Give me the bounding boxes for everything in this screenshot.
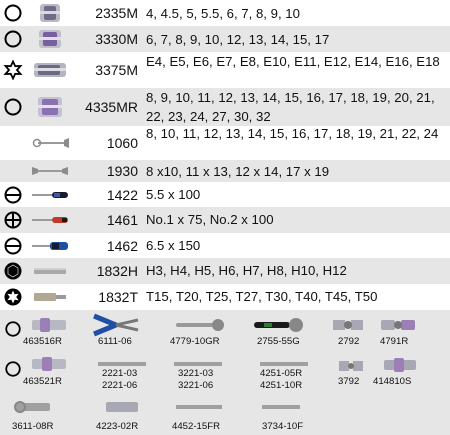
circle-icon <box>5 361 21 377</box>
row-1462: 1462 6.5 x 150 <box>0 233 450 258</box>
product-code: 1832T <box>98 289 138 305</box>
hex-icon <box>4 262 22 280</box>
adaptor-icon <box>32 357 66 371</box>
screwdriver-icon <box>32 241 68 250</box>
accessory-code: 3221-06 <box>178 380 214 391</box>
torx-icon <box>4 288 22 306</box>
product-code: 1930 <box>106 163 138 179</box>
product-code: 2335M <box>95 5 138 21</box>
product-code: 3375M <box>95 62 138 78</box>
universal-joint-icon <box>381 320 415 330</box>
row-4335mr: 4335MR 8, 9, 10, 11, 12, 13, 14, 15, 16,… <box>0 88 450 126</box>
accessory-code: 6111-06 <box>98 336 132 347</box>
accessory-code: 463516R <box>23 336 62 347</box>
accessory-code: 4251-05R <box>260 368 303 379</box>
row-3330m: 3330M 6, 7, 8, 9, 10, 12, 13, 14, 15, 17 <box>0 26 450 52</box>
accessory-code: 2792 <box>338 336 360 347</box>
product-code: 1832H <box>96 263 138 279</box>
accessory-code: 3734-10F <box>262 421 304 432</box>
spark-plug-socket-icon <box>14 401 50 413</box>
accessory-code: 463521R <box>23 376 62 387</box>
row-1930: 1930 8 x10, 11 x 13, 12 x 14, 17 x 19 <box>0 160 450 182</box>
deep-socket-icon <box>38 97 62 117</box>
accessory-code: 2221-06 <box>102 380 138 391</box>
accessory-code: 4452-15FR <box>172 421 220 432</box>
slotted-icon <box>4 237 22 254</box>
phillips-icon <box>4 211 22 229</box>
adaptor-icon <box>106 402 138 412</box>
accessories-section: 463516R 6111-06 4779-10GR 2755-55G 2792 … <box>0 310 450 435</box>
accessory-code: 4223-02R <box>96 421 139 432</box>
circle-icon <box>5 321 21 337</box>
row-1832h: 1832H H3, H4, H5, H6, H7, H8, H10, H12 <box>0 258 450 284</box>
size-list: H3, H4, H5, H6, H7, H8, H10, H12 <box>146 263 347 278</box>
size-list: E4, E5, E6, E7, E8, E10, E11, E12, E14, … <box>146 54 440 69</box>
row-1461: 1461 No.1 x 75, No.2 x 100 <box>0 207 450 233</box>
size-list: 5.5 x 100 <box>146 187 201 202</box>
tool-set-table: 2335M 4, 4.5, 5, 5.5, 6, 7, 8, 9, 10 333… <box>0 0 450 435</box>
hex-bit-icon <box>34 268 66 274</box>
row-1422: 1422 5.5 x 100 <box>0 182 450 207</box>
product-code: 1462 <box>106 237 138 254</box>
accessory-code: 2221-03 <box>102 368 138 379</box>
row-1832t: 1832T T15, T20, T25, T27, T30, T40, T45,… <box>0 284 450 310</box>
slotted-icon <box>4 186 22 203</box>
accessory-code: 414810S <box>373 376 412 387</box>
accessory-code: 3792 <box>338 376 360 387</box>
row-1060: 1060 8, 10, 11, 12, 13, 14, 15, 16, 17, … <box>0 126 450 160</box>
accessory-code: 3221-03 <box>178 368 214 379</box>
size-list: 8, 9, 10, 11, 12, 13, 14, 15, 16, 17, 18… <box>146 90 435 124</box>
universal-joint-icon <box>339 361 363 371</box>
product-code: 4335MR <box>85 99 138 115</box>
accessory-code: 3611-08R <box>12 421 54 432</box>
screwdriver-icon <box>32 217 68 223</box>
pliers-icon <box>93 313 139 337</box>
socket-icon <box>39 30 61 48</box>
screwdriver-icon <box>32 191 68 198</box>
adaptor-icon <box>384 358 416 372</box>
size-list: 8 x10, 11 x 13, 12 x 14, 17 x 19 <box>146 164 330 179</box>
circle-icon <box>4 4 22 22</box>
product-code: 1060 <box>106 135 138 151</box>
size-list: 6.5 x 150 <box>146 238 201 253</box>
universal-joint-icon <box>333 320 363 330</box>
combination-wrench-icon <box>32 138 69 148</box>
hex-key-icon <box>176 405 222 409</box>
size-list: 4, 4.5, 5, 5.5, 6, 7, 8, 9, 10 <box>146 6 300 21</box>
ratchet-icon <box>254 318 303 332</box>
accessory-code: 2755-55G <box>257 336 300 347</box>
star-icon <box>3 60 23 80</box>
size-list: 6, 7, 8, 9, 10, 12, 13, 14, 15, 17 <box>146 32 330 47</box>
torx-socket-icon <box>34 63 66 77</box>
accessory-code: 4791R <box>380 336 409 347</box>
product-code: 3330M <box>95 31 138 47</box>
row-3375m: 3375M E4, E5, E6, E7, E8, E10, E11, E12,… <box>0 52 450 88</box>
circle-icon <box>4 98 22 116</box>
t-bar-icon <box>262 405 300 409</box>
ratchet-icon <box>176 319 224 331</box>
size-list: No.1 x 75, No.2 x 100 <box>146 212 274 227</box>
socket-icon <box>40 4 60 22</box>
circle-icon <box>4 30 22 48</box>
size-list: T15, T20, T25, T27, T30, T40, T45, T50 <box>146 289 378 304</box>
adaptor-icon <box>32 318 66 332</box>
size-list: 8, 10, 11, 12, 13, 14, 15, 16, 17, 18, 1… <box>146 126 439 141</box>
row-2335m: 2335M 4, 4.5, 5, 5.5, 6, 7, 8, 9, 10 <box>0 0 450 26</box>
accessory-code: 4779-10GR <box>170 336 220 347</box>
product-code: 1461 <box>106 212 138 228</box>
accessory-code: 4251-10R <box>260 380 303 391</box>
torx-bit-icon <box>34 293 66 301</box>
open-end-wrench-icon <box>32 167 68 175</box>
product-code: 1422 <box>106 186 138 203</box>
